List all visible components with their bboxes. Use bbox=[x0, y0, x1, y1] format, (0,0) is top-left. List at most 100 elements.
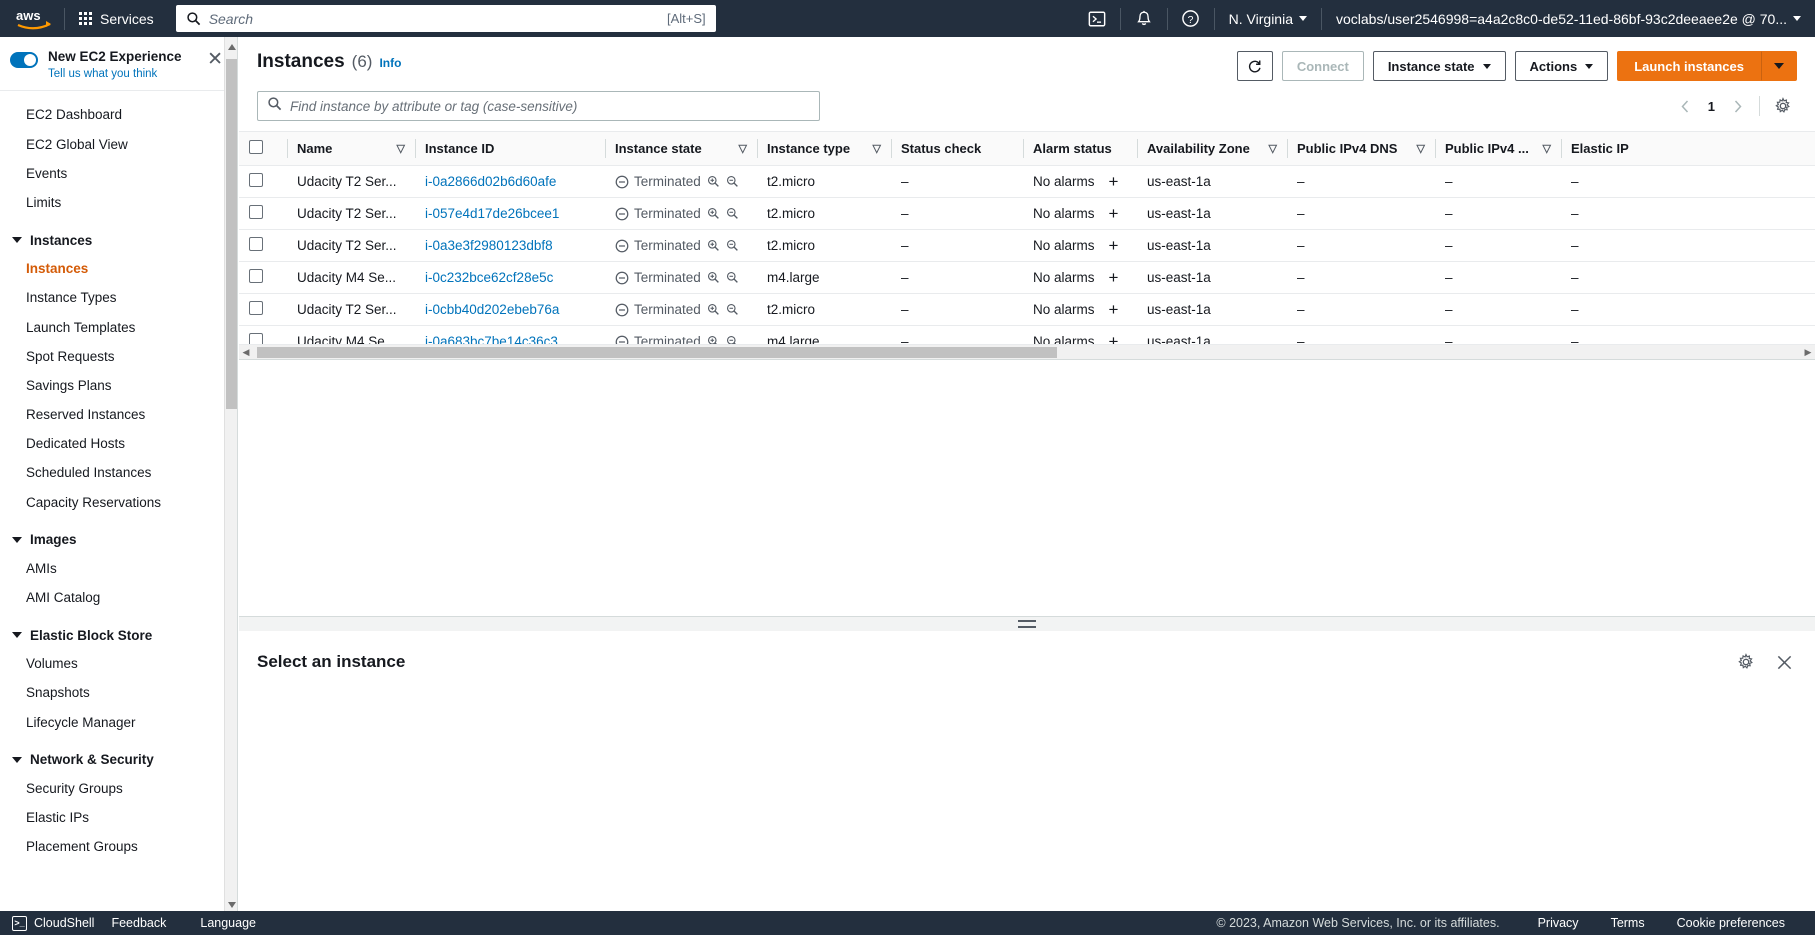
table-row[interactable]: Udacity T2 Ser... i-057e4d17de26bcee1 Te… bbox=[239, 197, 1815, 230]
add-alarm-icon[interactable]: + bbox=[1109, 301, 1119, 318]
column-header-elastic-ip[interactable]: Elastic IP bbox=[1561, 131, 1815, 166]
next-page-button[interactable] bbox=[1726, 93, 1750, 119]
cloudshell-button[interactable]: >_ CloudShell bbox=[0, 915, 94, 931]
sort-icon[interactable]: ▽ bbox=[739, 142, 747, 155]
sidebar-item-instance-types[interactable]: Instance Types bbox=[0, 284, 237, 313]
instance-state-dropdown[interactable]: Instance state bbox=[1372, 51, 1506, 81]
sort-icon[interactable]: ▽ bbox=[1543, 142, 1551, 155]
language-link[interactable]: Language bbox=[183, 916, 273, 930]
sidebar-item-placement-groups[interactable]: Placement Groups bbox=[0, 833, 237, 862]
zoom-in-icon[interactable] bbox=[707, 207, 720, 220]
sort-icon[interactable]: ▽ bbox=[1417, 142, 1425, 155]
sidebar-group-instances[interactable]: Instances bbox=[0, 226, 237, 255]
sidebar-item-lifecycle-manager[interactable]: Lifecycle Manager bbox=[0, 708, 237, 737]
table-row[interactable]: Udacity T2 Ser... i-0cbb40d202ebeb76a Te… bbox=[239, 293, 1815, 326]
sidebar-item-elastic-ips[interactable]: Elastic IPs bbox=[0, 803, 237, 832]
column-header-instance-id[interactable]: Instance ID bbox=[415, 131, 605, 166]
terms-link[interactable]: Terms bbox=[1595, 916, 1661, 930]
cloudshell-icon[interactable] bbox=[1074, 0, 1120, 37]
sidebar-item-snapshots[interactable]: Snapshots bbox=[0, 679, 237, 708]
add-alarm-icon[interactable]: + bbox=[1109, 205, 1119, 222]
hscroll-thumb[interactable] bbox=[257, 346, 1057, 358]
sidebar-item-launch-templates[interactable]: Launch Templates bbox=[0, 313, 237, 342]
zoom-in-icon[interactable] bbox=[707, 303, 720, 316]
sidebar-scrollbar[interactable] bbox=[224, 37, 237, 915]
feedback-link[interactable]: Feedback bbox=[94, 916, 183, 930]
info-link[interactable]: Info bbox=[379, 56, 401, 70]
zoom-out-icon[interactable] bbox=[726, 207, 739, 220]
sidebar-item-spot-requests[interactable]: Spot Requests bbox=[0, 342, 237, 371]
split-panel-resize-handle[interactable] bbox=[239, 616, 1815, 631]
row-checkbox[interactable] bbox=[249, 301, 263, 315]
add-alarm-icon[interactable]: + bbox=[1109, 173, 1119, 190]
add-alarm-icon[interactable]: + bbox=[1109, 269, 1119, 286]
services-menu-button[interactable]: Services bbox=[69, 5, 164, 33]
new-experience-toggle[interactable] bbox=[10, 52, 38, 68]
row-checkbox[interactable] bbox=[249, 205, 263, 219]
table-row[interactable]: Udacity T2 Ser... i-0a2866d02b6d60afe Te… bbox=[239, 165, 1815, 198]
region-selector[interactable]: N. Virginia bbox=[1215, 0, 1321, 37]
sidebar-group-elastic-block-store[interactable]: Elastic Block Store bbox=[0, 621, 237, 650]
detail-panel-close-button[interactable] bbox=[1771, 649, 1797, 675]
column-header-availability-zone[interactable]: Availability Zone ▽ bbox=[1137, 131, 1287, 166]
instance-filter-box[interactable] bbox=[257, 91, 820, 121]
select-all-checkbox[interactable] bbox=[249, 140, 263, 154]
column-header-instance-type[interactable]: Instance type ▽ bbox=[757, 131, 891, 166]
column-header-public-ipv4[interactable]: Public IPv4 ... ▽ bbox=[1435, 131, 1561, 166]
instance-id-link[interactable]: i-0cbb40d202ebeb76a bbox=[425, 302, 559, 317]
instance-id-link[interactable]: i-0c232bce62cf28e5c bbox=[425, 270, 553, 285]
sidebar-item-dedicated-hosts[interactable]: Dedicated Hosts bbox=[0, 430, 237, 459]
row-checkbox[interactable] bbox=[249, 173, 263, 187]
sidebar-group-network-security[interactable]: Network & Security bbox=[0, 745, 237, 774]
zoom-out-icon[interactable] bbox=[726, 271, 739, 284]
sort-icon[interactable]: ▽ bbox=[1269, 142, 1277, 155]
hscroll-track[interactable] bbox=[253, 346, 1801, 359]
launch-instances-dropdown-button[interactable] bbox=[1761, 51, 1797, 81]
global-search-input[interactable] bbox=[208, 10, 668, 27]
instance-id-link[interactable]: i-0a2866d02b6d60afe bbox=[425, 174, 556, 189]
sidebar-item-ec2-global-view[interactable]: EC2 Global View bbox=[0, 130, 237, 159]
instance-filter-input[interactable] bbox=[290, 98, 810, 114]
sidebar-group-images[interactable]: Images bbox=[0, 525, 237, 554]
scroll-up-arrow-icon[interactable] bbox=[225, 39, 237, 55]
column-header-name[interactable]: Name ▽ bbox=[287, 131, 415, 166]
scroll-left-arrow-icon[interactable]: ◀ bbox=[239, 347, 253, 358]
table-row[interactable]: Udacity T2 Ser... i-0a3e3f2980123dbf8 Te… bbox=[239, 229, 1815, 262]
table-preferences-button[interactable] bbox=[1769, 92, 1797, 120]
row-checkbox[interactable] bbox=[249, 237, 263, 251]
zoom-in-icon[interactable] bbox=[707, 175, 720, 188]
sidebar-item-security-groups[interactable]: Security Groups bbox=[0, 774, 237, 803]
sidebar-item-ami-catalog[interactable]: AMI Catalog bbox=[0, 584, 237, 613]
sidebar-item-instances[interactable]: Instances bbox=[0, 255, 237, 284]
column-header-public-ipv4-dns[interactable]: Public IPv4 DNS ▽ bbox=[1287, 131, 1435, 166]
previous-page-button[interactable] bbox=[1673, 93, 1697, 119]
add-alarm-icon[interactable]: + bbox=[1109, 237, 1119, 254]
zoom-in-icon[interactable] bbox=[707, 271, 720, 284]
cookie-preferences-link[interactable]: Cookie preferences bbox=[1661, 916, 1801, 930]
sidebar-item-volumes[interactable]: Volumes bbox=[0, 650, 237, 679]
zoom-in-icon[interactable] bbox=[707, 239, 720, 252]
sort-icon[interactable]: ▽ bbox=[873, 142, 881, 155]
sort-icon[interactable]: ▽ bbox=[397, 142, 405, 155]
tell-us-link[interactable]: Tell us what you think bbox=[48, 68, 197, 80]
table-horizontal-scrollbar[interactable]: ◀ ▶ bbox=[239, 344, 1815, 359]
column-header-instance-state[interactable]: Instance state ▽ bbox=[605, 131, 757, 166]
connect-button[interactable]: Connect bbox=[1281, 51, 1364, 81]
close-icon[interactable]: ✕ bbox=[207, 50, 223, 69]
launch-instances-button[interactable]: Launch instances bbox=[1617, 51, 1761, 81]
global-search-box[interactable]: [Alt+S] bbox=[175, 5, 716, 32]
sidebar-item-capacity-reservations[interactable]: Capacity Reservations bbox=[0, 488, 237, 517]
instance-id-link[interactable]: i-057e4d17de26bcee1 bbox=[425, 206, 559, 221]
zoom-out-icon[interactable] bbox=[726, 175, 739, 188]
sidebar-item-limits[interactable]: Limits bbox=[0, 188, 237, 217]
sidebar-item-savings-plans[interactable]: Savings Plans bbox=[0, 371, 237, 400]
row-checkbox[interactable] bbox=[249, 269, 263, 283]
account-menu[interactable]: voclabs/user2546998=a4a2c8c0-de52-11ed-8… bbox=[1322, 0, 1815, 37]
sidebar-item-scheduled-instances[interactable]: Scheduled Instances bbox=[0, 459, 237, 488]
zoom-out-icon[interactable] bbox=[726, 239, 739, 252]
scroll-right-arrow-icon[interactable]: ▶ bbox=[1801, 347, 1815, 358]
privacy-link[interactable]: Privacy bbox=[1522, 916, 1595, 930]
sidebar-item-reserved-instances[interactable]: Reserved Instances bbox=[0, 401, 237, 430]
sidebar-scrollbar-thumb[interactable] bbox=[226, 59, 237, 409]
page-number[interactable]: 1 bbox=[1701, 99, 1722, 114]
